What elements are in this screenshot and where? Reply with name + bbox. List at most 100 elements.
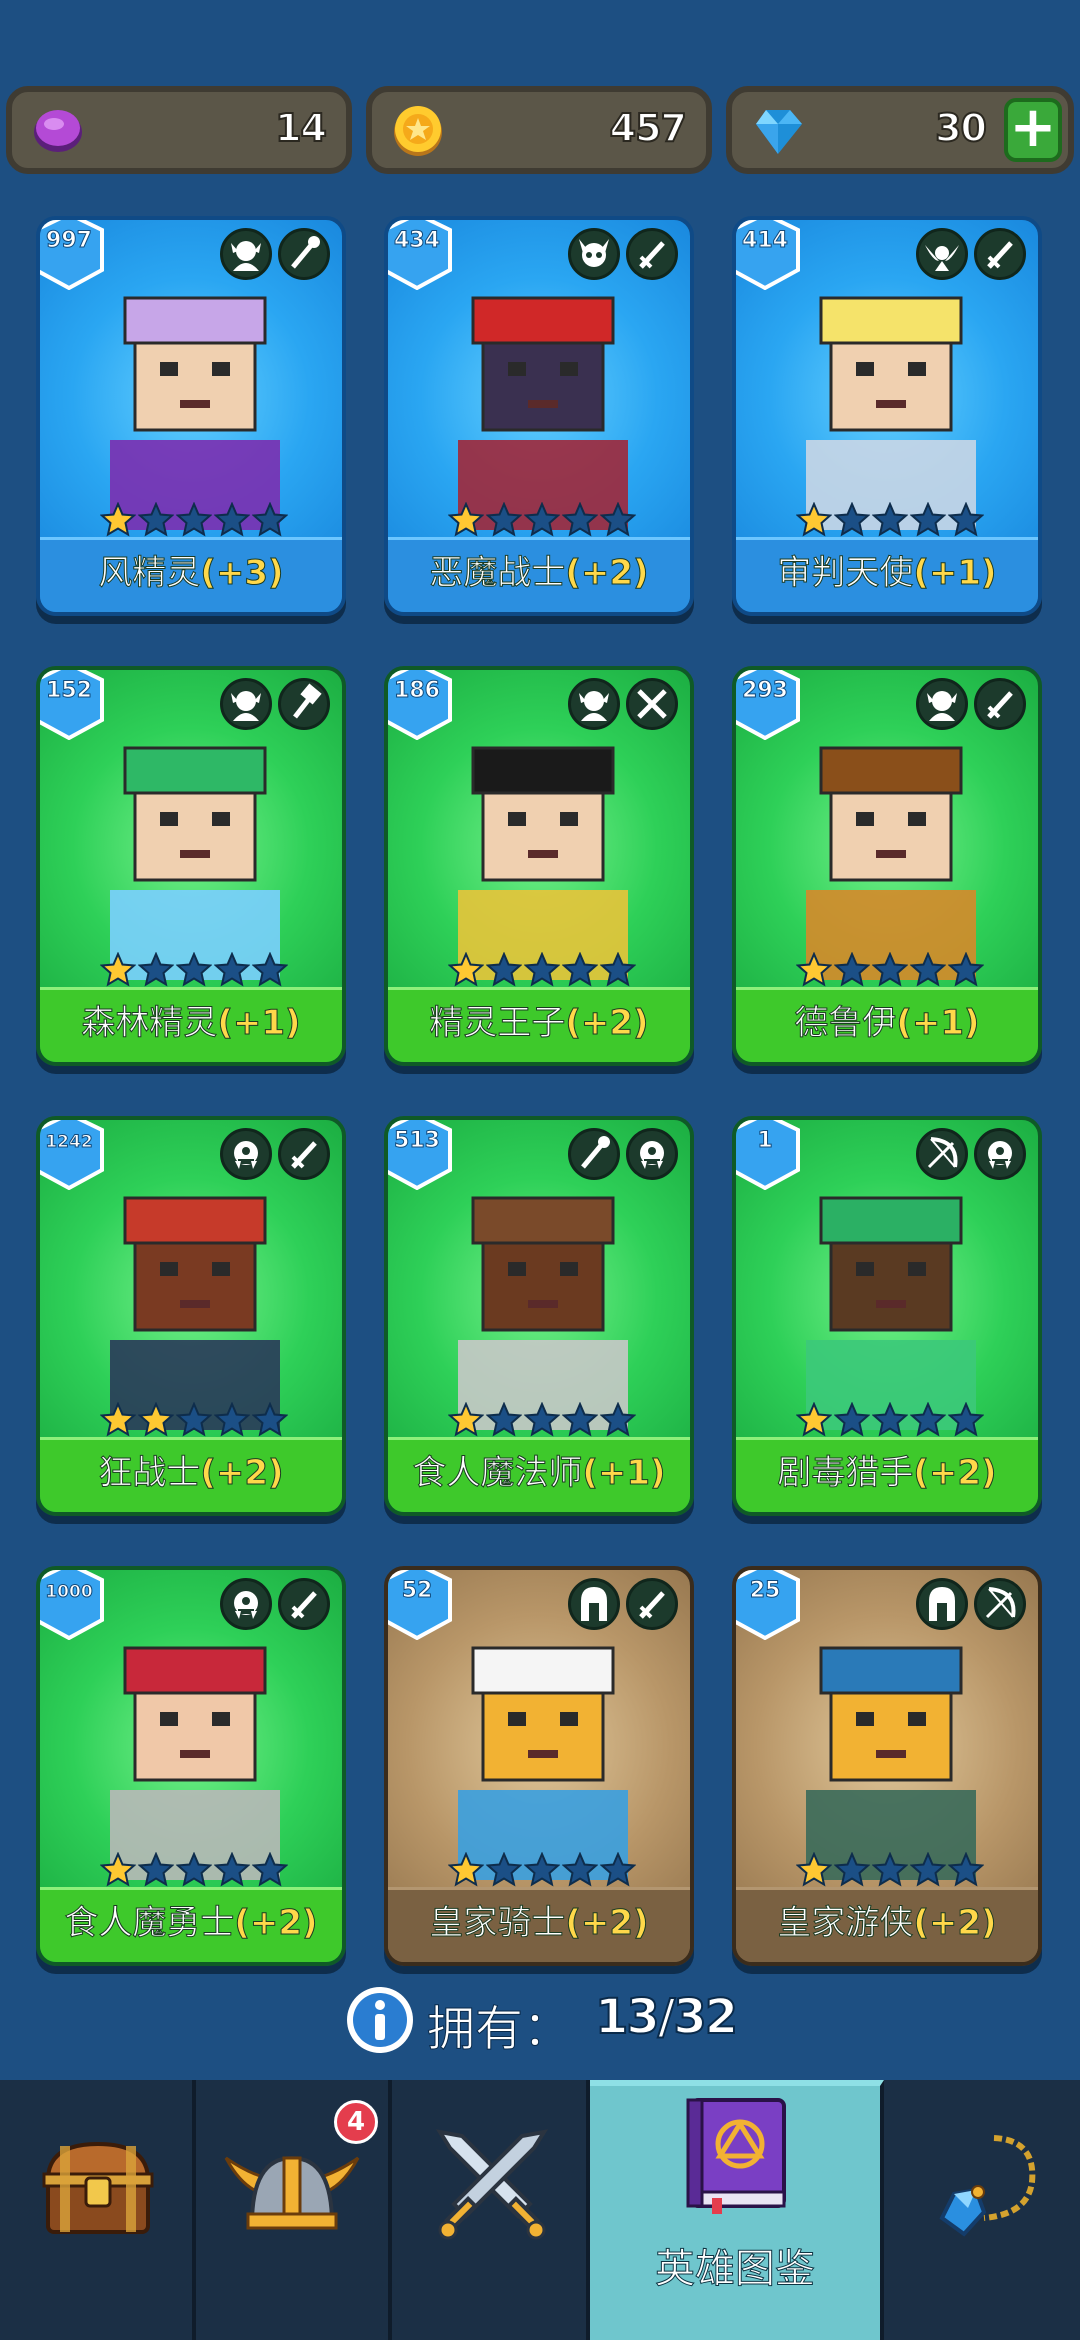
ogre-icon xyxy=(220,1578,272,1630)
nav-heroes[interactable]: 4 xyxy=(196,2080,392,2340)
hero-bonus: (+2) xyxy=(913,1453,997,1494)
bow-icon xyxy=(916,1128,968,1180)
hero-name: 皇家骑士 xyxy=(429,1903,566,1944)
hammer-icon xyxy=(278,678,330,730)
star-empty-icon xyxy=(562,952,598,987)
hero-card[interactable]: 25 皇家游侠(+2) xyxy=(732,1566,1042,1966)
star-filled-icon xyxy=(796,952,832,987)
sword-icon xyxy=(278,1128,330,1180)
hero-name-bar: 精灵王子(+2) xyxy=(388,987,690,1062)
hero-level: 1 xyxy=(757,1128,773,1154)
hero-bonus: (+2) xyxy=(565,1003,649,1044)
hero-card[interactable]: 1 剧毒猎手(+2) xyxy=(732,1116,1042,1516)
star-empty-icon xyxy=(486,1402,522,1437)
hero-level: 152 xyxy=(46,678,93,704)
hero-card[interactable]: 1242 狂战士(+2) xyxy=(36,1116,346,1516)
hero-name-bar: 审判天使(+1) xyxy=(736,537,1038,612)
star-empty-icon xyxy=(948,952,984,987)
star-empty-icon xyxy=(834,1852,870,1887)
star-filled-icon xyxy=(796,1402,832,1437)
ogre-icon xyxy=(626,1128,678,1180)
hero-level: 513 xyxy=(394,1128,441,1154)
hero-card[interactable]: 293 德鲁伊(+1) xyxy=(732,666,1042,1066)
hero-name: 皇家游侠 xyxy=(777,1903,914,1944)
nav-battle[interactable] xyxy=(392,2080,590,2340)
coins-counter: 457 xyxy=(366,86,712,174)
hero-name-bar: 狂战士(+2) xyxy=(40,1437,342,1512)
owned-label: 拥有： xyxy=(426,2001,572,2058)
hero-card[interactable]: 52 皇家骑士(+2) xyxy=(384,1566,694,1966)
hero-card[interactable]: 513 食人魔法师(+1) xyxy=(384,1116,694,1516)
star-filled-icon xyxy=(100,502,136,537)
hero-level: 52 xyxy=(401,1578,433,1604)
hero-bonus: (+2) xyxy=(565,553,649,594)
star-empty-icon xyxy=(948,1402,984,1437)
hero-level: 1242 xyxy=(45,1132,93,1153)
hero-portrait xyxy=(806,746,976,980)
bottom-nav: 4 英雄图鉴 xyxy=(0,2080,1080,2340)
hero-card[interactable]: 414 审判天使(+1) xyxy=(732,216,1042,616)
star-empty-icon xyxy=(600,502,636,537)
elf-icon xyxy=(916,678,968,730)
star-empty-icon xyxy=(562,1402,598,1437)
hero-name-bar: 风精灵(+3) xyxy=(40,537,342,612)
star-empty-icon xyxy=(214,1402,250,1437)
hero-bonus: (+2) xyxy=(200,1453,284,1494)
star-empty-icon xyxy=(948,1852,984,1887)
star-empty-icon xyxy=(252,1402,288,1437)
gems-value: 14 xyxy=(274,105,328,151)
viking-helmet-icon xyxy=(224,2155,360,2230)
hero-name-bar: 森林精灵(+1) xyxy=(40,987,342,1062)
star-empty-icon xyxy=(872,502,908,537)
hero-bonus: (+1) xyxy=(217,1003,301,1044)
hero-name: 森林精灵 xyxy=(81,1003,218,1044)
nav-hero-codex[interactable]: 英雄图鉴 xyxy=(590,2080,884,2340)
hero-card[interactable]: 152 森林精灵(+1) xyxy=(36,666,346,1066)
helmet-icon xyxy=(568,1578,620,1630)
bow-icon xyxy=(974,1578,1026,1630)
hero-card[interactable]: 434 恶魔战士(+2) xyxy=(384,216,694,616)
star-empty-icon xyxy=(872,1852,908,1887)
hero-card[interactable]: 1000 食人魔勇士(+2) xyxy=(36,1566,346,1966)
add-diamonds-button[interactable]: + xyxy=(1004,98,1062,162)
star-empty-icon xyxy=(252,1852,288,1887)
hero-level: 434 xyxy=(394,228,441,254)
star-empty-icon xyxy=(834,1402,870,1437)
heroes-notification-badge: 4 xyxy=(334,2100,378,2144)
level-badge-icon xyxy=(40,1570,104,1640)
hero-card[interactable]: 186 精灵王子(+2) xyxy=(384,666,694,1066)
hero-portrait xyxy=(806,1196,976,1430)
crossed-swords-icon xyxy=(626,678,678,730)
sword-icon xyxy=(974,228,1026,280)
hero-bonus: (+2) xyxy=(234,1903,318,1944)
hero-portrait xyxy=(110,1196,280,1430)
hero-portrait xyxy=(110,746,280,980)
coins-value: 457 xyxy=(609,105,688,151)
nav-equipment[interactable] xyxy=(884,2080,1080,2340)
hero-portrait xyxy=(458,1196,628,1430)
purple-gem-icon xyxy=(34,110,82,152)
info-icon[interactable] xyxy=(345,1985,415,2055)
star-empty-icon xyxy=(486,502,522,537)
star-empty-icon xyxy=(524,952,560,987)
star-empty-icon xyxy=(600,1402,636,1437)
hero-level: 997 xyxy=(46,228,93,254)
hero-portrait xyxy=(110,296,280,530)
hero-card[interactable]: 997 风精灵(+3) xyxy=(36,216,346,616)
amulet-icon xyxy=(939,2135,1036,2237)
diamonds-value: 30 xyxy=(934,105,988,151)
star-filled-icon xyxy=(796,1852,832,1887)
star-empty-icon xyxy=(524,502,560,537)
hero-portrait xyxy=(458,1646,628,1880)
star-empty-icon xyxy=(176,502,212,537)
crossed-swords-icon xyxy=(435,2129,549,2240)
star-empty-icon xyxy=(214,952,250,987)
nav-shop[interactable] xyxy=(0,2080,196,2340)
helmet-icon xyxy=(916,1578,968,1630)
star-filled-icon xyxy=(448,1402,484,1437)
hero-name-bar: 食人魔勇士(+2) xyxy=(40,1887,342,1962)
star-empty-icon xyxy=(214,1852,250,1887)
nav-hero-codex-label: 英雄图鉴 xyxy=(655,2246,816,2293)
hero-portrait xyxy=(110,1646,280,1880)
hero-name: 剧毒猎手 xyxy=(777,1453,914,1494)
